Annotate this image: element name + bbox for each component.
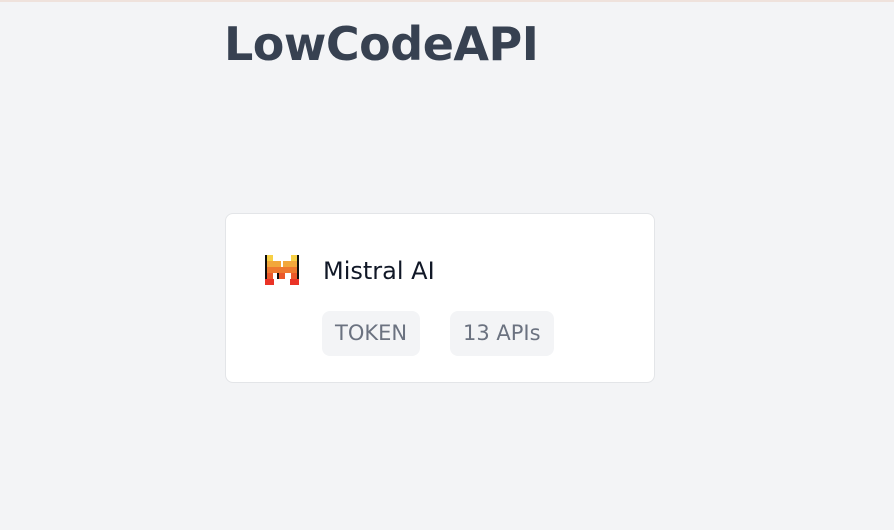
logo-block bbox=[267, 261, 281, 267]
logo-block bbox=[279, 273, 285, 279]
logo-block bbox=[267, 273, 273, 279]
logo-block bbox=[267, 267, 297, 273]
page-title: LowCodeAPI bbox=[224, 17, 539, 71]
provider-card-mistral-ai[interactable]: Mistral AI TOKEN 13 APIs bbox=[225, 213, 655, 383]
logo-block bbox=[291, 273, 297, 279]
logo-block bbox=[283, 261, 297, 267]
auth-type-badge: TOKEN bbox=[322, 311, 421, 356]
logo-block bbox=[267, 255, 273, 261]
logo-block bbox=[265, 279, 274, 285]
logo-block bbox=[290, 279, 299, 285]
logo-block bbox=[291, 255, 297, 261]
mistral-logo-icon bbox=[265, 255, 299, 285]
api-count-badge: 13 APIs bbox=[450, 311, 554, 356]
provider-name: Mistral AI bbox=[323, 257, 435, 285]
